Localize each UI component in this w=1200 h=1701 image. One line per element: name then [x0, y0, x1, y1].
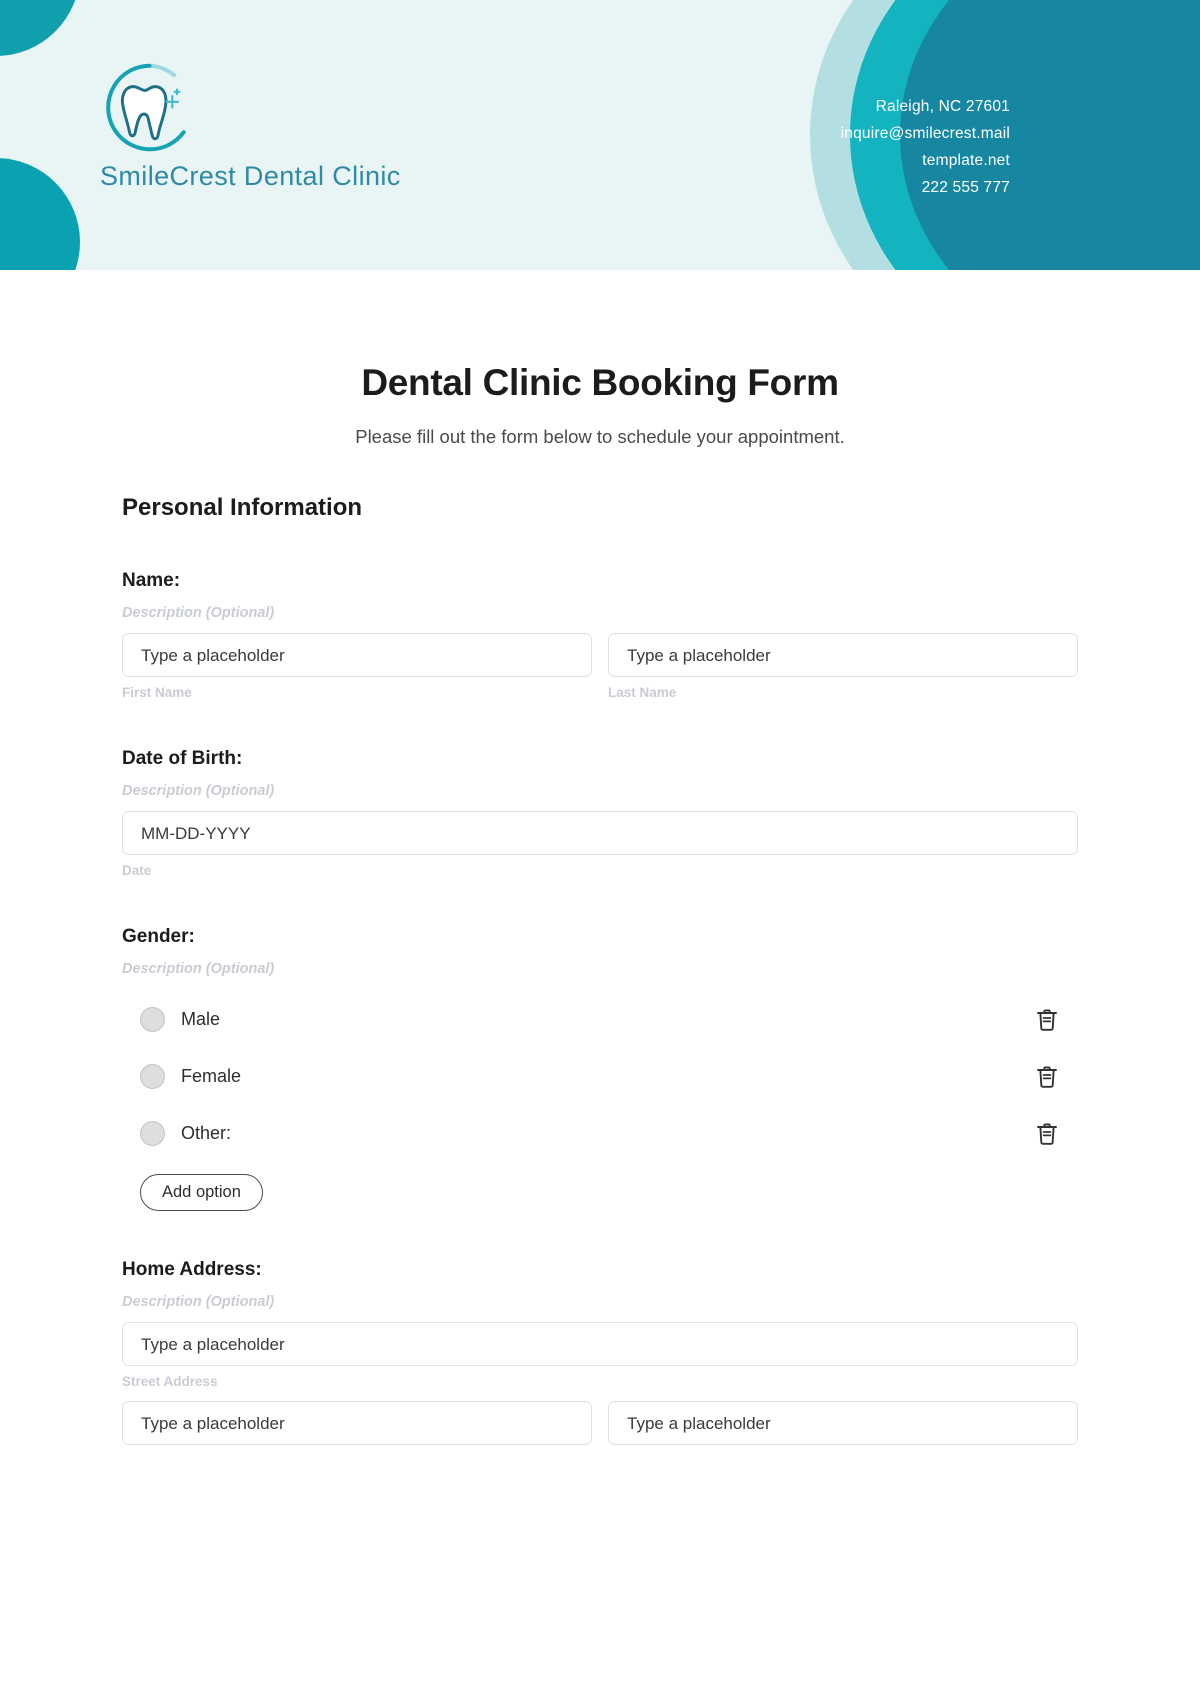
clinic-contact-info: Raleigh, NC 27601 inquire@smilecrest.mai…: [841, 93, 1010, 201]
gender-option-label: Female: [181, 1066, 242, 1086]
name-input-row: Type a placeholder First Name Type a pla…: [122, 633, 1078, 700]
radio-female[interactable]: [140, 1064, 165, 1089]
field-description-name: Description (Optional): [122, 605, 275, 621]
field-name: Name: Description (Optional) Type a plac…: [122, 570, 1078, 700]
gender-option-row[interactable]: Male: [122, 991, 1078, 1048]
field-label-gender: Gender:: [122, 926, 195, 947]
last-name-input[interactable]: Type a placeholder: [608, 633, 1078, 677]
gender-option-label: Other:: [181, 1123, 232, 1143]
radio-other[interactable]: [140, 1121, 165, 1146]
field-gender: Gender: Description (Optional) Male Fema…: [122, 926, 1078, 1211]
date-sub-label: Date: [122, 863, 152, 878]
field-description-gender: Description (Optional): [122, 961, 275, 977]
field-description-home-address: Description (Optional): [122, 1294, 275, 1310]
address-line2-row: Type a placeholder Type a placeholder: [122, 1401, 1078, 1445]
clinic-name: SmileCrest Dental Clinic: [100, 161, 401, 191]
contact-address: Raleigh, NC 27601: [875, 98, 1010, 115]
trash-icon: [1037, 1122, 1057, 1145]
delete-option-other-button[interactable]: [1034, 1121, 1060, 1147]
decorative-circle-top-left: [0, 0, 80, 56]
date-input-row: MM-DD-YYYY Date: [122, 811, 1078, 878]
street-address-sub-label: Street Address: [122, 1374, 218, 1389]
street-address-col: Type a placeholder Street Address: [122, 1322, 1078, 1389]
field-home-address: Home Address: Description (Optional) Typ…: [122, 1259, 1078, 1445]
field-label-home-address: Home Address:: [122, 1259, 262, 1280]
field-label-date-of-birth: Date of Birth:: [122, 748, 243, 769]
add-option-button[interactable]: Add option: [140, 1174, 263, 1211]
contact-website: template.net: [922, 152, 1010, 169]
gender-option-list: Male Female Other:: [122, 991, 1078, 1162]
gender-option-row[interactable]: Female: [122, 1048, 1078, 1105]
first-name-input[interactable]: Type a placeholder: [122, 633, 592, 677]
field-date-of-birth: Date of Birth: Description (Optional) MM…: [122, 748, 1078, 878]
address-city-input[interactable]: Type a placeholder: [122, 1401, 592, 1445]
address-state-col: Type a placeholder: [608, 1401, 1078, 1445]
radio-male[interactable]: [140, 1007, 165, 1032]
trash-icon: [1037, 1008, 1057, 1031]
page-title: Dental Clinic Booking Form: [361, 362, 839, 403]
date-of-birth-input[interactable]: MM-DD-YYYY: [122, 811, 1078, 855]
first-name-sub-label: First Name: [122, 685, 192, 700]
page-header: SmileCrest Dental Clinic Raleigh, NC 276…: [0, 0, 1200, 270]
contact-email: inquire@smilecrest.mail: [840, 125, 1010, 142]
contact-phone: 222 555 777: [921, 179, 1010, 196]
section-title-personal-information: Personal Information: [122, 494, 363, 521]
trash-icon: [1037, 1065, 1057, 1088]
field-description-date-of-birth: Description (Optional): [122, 783, 275, 799]
first-name-col: Type a placeholder First Name: [122, 633, 592, 700]
last-name-col: Type a placeholder Last Name: [608, 633, 1078, 700]
page-subtitle: Please fill out the form below to schedu…: [355, 426, 845, 447]
delete-option-male-button[interactable]: [1034, 1007, 1060, 1033]
last-name-sub-label: Last Name: [608, 685, 677, 700]
address-city-col: Type a placeholder: [122, 1401, 592, 1445]
address-state-input[interactable]: Type a placeholder: [608, 1401, 1078, 1445]
street-address-input[interactable]: Type a placeholder: [122, 1322, 1078, 1366]
gender-option-row[interactable]: Other:: [122, 1105, 1078, 1162]
street-address-row: Type a placeholder Street Address: [122, 1322, 1078, 1389]
gender-option-label: Male: [181, 1009, 221, 1029]
delete-option-female-button[interactable]: [1034, 1064, 1060, 1090]
form-body: Dental Clinic Booking Form Please fill o…: [0, 362, 1200, 1445]
field-label-name: Name:: [122, 570, 181, 591]
booking-form-page: SmileCrest Dental Clinic Raleigh, NC 276…: [0, 0, 1200, 1701]
clinic-logo: SmileCrest Dental Clinic: [100, 60, 401, 192]
decorative-circle-bottom-left: [0, 158, 80, 270]
date-col: MM-DD-YYYY Date: [122, 811, 1078, 878]
tooth-in-circle-icon: [106, 63, 186, 152]
